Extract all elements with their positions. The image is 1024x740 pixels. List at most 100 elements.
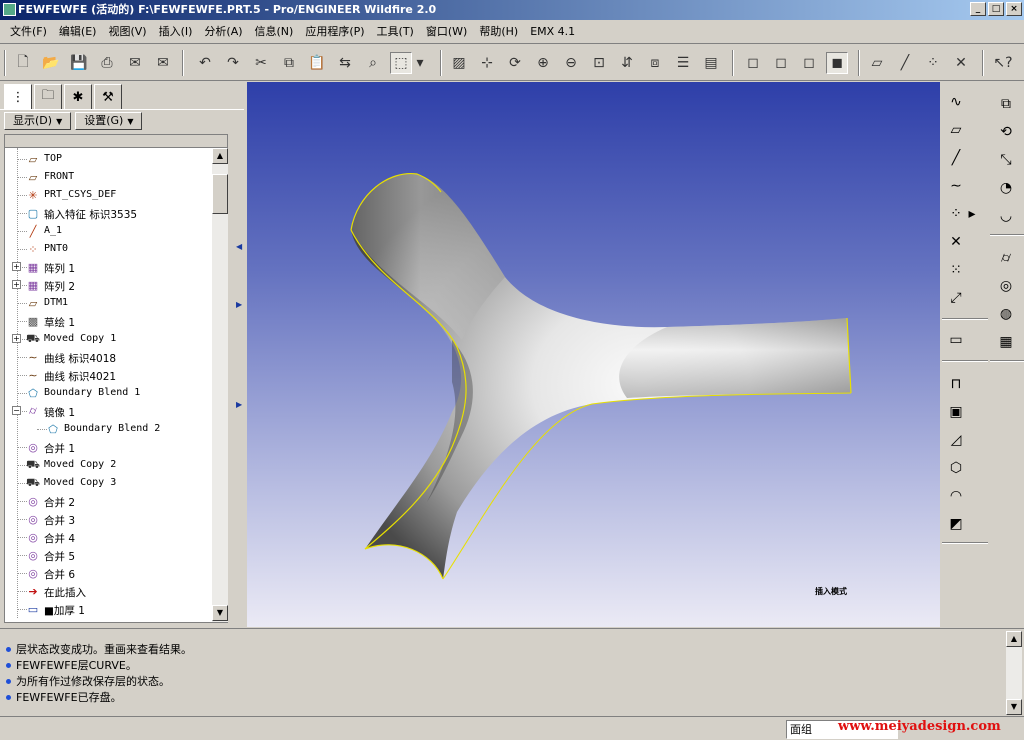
model-tree[interactable]: ▱ TOP ▱ FRONT ✳ PRT_CSYS_DEF ▢ 输入特征 标识3535 ╱ A_1 ⁘… — [4, 148, 212, 623]
email-icon[interactable]: ✉ — [124, 52, 146, 74]
new-icon[interactable]: 🗋 — [12, 52, 34, 74]
zoom-out-icon[interactable]: ⊖ — [560, 52, 582, 74]
close-button[interactable]: × — [1006, 2, 1022, 16]
message-scrollbar[interactable]: ▲ ▼ — [1006, 631, 1022, 715]
datum-point-tool-icon[interactable]: ⁘ — [944, 202, 968, 226]
hidden-line-icon[interactable]: ◻ — [770, 52, 792, 74]
tree-item[interactable]: ∼ 曲线 标识4018 — [5, 348, 212, 366]
collapse-left-icon[interactable]: ◀ — [236, 242, 242, 251]
menu-help[interactable]: 帮助(H) — [473, 21, 524, 43]
tree-item[interactable]: ▢ 输入特征 标识3535 — [5, 204, 212, 222]
reorient-icon[interactable]: ⇵ — [616, 52, 638, 74]
menu-view[interactable]: 视图(V) — [102, 21, 152, 43]
save-icon[interactable]: 💾 — [68, 52, 90, 74]
chamfer-tool-icon[interactable]: ◩ — [944, 512, 968, 536]
tree-item[interactable]: ◎ 合并 3 — [5, 510, 212, 528]
datum-axes-icon[interactable]: ╱ — [894, 52, 916, 74]
shell-tool-icon[interactable]: ▣ — [944, 400, 968, 424]
rib-tool-icon[interactable]: ◿ — [944, 428, 968, 452]
settings-menu-button[interactable]: 设置(G) ▼ — [75, 112, 143, 130]
open-icon[interactable]: 📂 — [40, 52, 62, 74]
flyout-arrow-icon[interactable]: ▸ — [966, 202, 978, 226]
favorites-icon[interactable]: ✱ — [64, 84, 92, 110]
tree-scrollbar[interactable]: ▲ ▼ — [212, 148, 228, 623]
shading-icon[interactable]: ◼ — [826, 52, 848, 74]
menu-file[interactable]: 文件(F) — [4, 21, 53, 43]
tree-item[interactable]: ◎ 合并 5 — [5, 546, 212, 564]
coord-sys-tool-icon[interactable]: ✕ — [944, 230, 968, 254]
menu-window[interactable]: 窗口(W) — [420, 21, 473, 43]
repaint-icon[interactable]: ▨ — [448, 52, 470, 74]
tree-item[interactable]: ▱ FRONT — [5, 168, 212, 186]
orient-icon[interactable]: ⟳ — [504, 52, 526, 74]
layers-icon[interactable]: ☰ — [672, 52, 694, 74]
tree-item[interactable]: ⬠ Boundary Blend 2 — [5, 420, 212, 438]
tree-item[interactable]: ◎ 合并 6 — [5, 564, 212, 582]
expand-icon[interactable]: + — [12, 262, 21, 271]
scroll-down-icon[interactable]: ▼ — [212, 605, 228, 621]
sweep-tool-icon[interactable]: ⤡ — [994, 148, 1018, 172]
round-tool-icon[interactable]: ◠ — [944, 484, 968, 508]
menu-applications[interactable]: 应用程序(P) — [299, 21, 370, 43]
tree-item[interactable]: ◎ 合并 2 — [5, 492, 212, 510]
datum-curve-tool-icon[interactable]: ∼ — [944, 174, 968, 198]
tree-item[interactable]: ◎ 合并 4 — [5, 528, 212, 546]
show-menu-button[interactable]: 显示(D) ▼ — [4, 112, 72, 130]
datum-points-icon[interactable]: ⁘ — [922, 52, 944, 74]
tree-item[interactable]: ⬠ Boundary Blend 1 — [5, 384, 212, 402]
cut-icon[interactable]: ✂ — [250, 52, 272, 74]
tree-item[interactable]: ◎ 合并 1 — [5, 438, 212, 456]
style-tool-icon[interactable]: ◡ — [994, 204, 1018, 228]
folder-browser-icon[interactable]: 🗀 — [34, 84, 62, 110]
minimize-button[interactable]: _ — [970, 2, 986, 16]
saved-views-icon[interactable]: ⧈ — [644, 52, 666, 74]
tree-item[interactable]: ╱ A_1 — [5, 222, 212, 240]
expand-icon[interactable]: + — [12, 280, 21, 289]
tree-item[interactable]: + ▦ 阵列 1 — [5, 258, 212, 276]
regenerate-icon[interactable]: ⇆ — [334, 52, 356, 74]
restore-button[interactable]: □ — [988, 2, 1004, 16]
revolve-tool-icon[interactable]: ⟲ — [994, 120, 1018, 144]
menu-emx[interactable]: EMX 4.1 — [524, 21, 581, 43]
scroll-up-icon[interactable]: ▲ — [1006, 631, 1022, 647]
expand-right-icon[interactable]: ▶ — [236, 300, 242, 309]
tree-item[interactable]: ▱ TOP — [5, 150, 212, 168]
redo-icon[interactable]: ↷ — [222, 52, 244, 74]
datum-axis-tool-icon[interactable]: ╱ — [944, 146, 968, 170]
blend-tool-icon[interactable]: ◔ — [994, 176, 1018, 200]
tree-item[interactable]: ▩ 草绘 1 — [5, 312, 212, 330]
annotation-tool-icon[interactable]: ▭ — [944, 328, 968, 352]
dropdown-icon[interactable]: ▾ — [414, 52, 426, 74]
model-tree-icon[interactable]: ⋮ — [4, 84, 32, 110]
copy-icon[interactable]: ⧉ — [278, 52, 300, 74]
scroll-up-icon[interactable]: ▲ — [212, 148, 228, 164]
zoom-in-icon[interactable]: ⊕ — [532, 52, 554, 74]
merge-tool-icon[interactable]: ◎ — [994, 274, 1018, 298]
panel-splitter[interactable]: ◀ ▶ ▶ — [232, 82, 246, 627]
datum-plane-tool-icon[interactable]: ▱ — [944, 118, 968, 142]
menu-analysis[interactable]: 分析(A) — [198, 21, 248, 43]
draft-tool-icon[interactable]: ⬡ — [944, 456, 968, 480]
tree-item[interactable]: ➔ 在此插入 — [5, 582, 212, 600]
tree-item[interactable]: ∼ 曲线 标识4021 — [5, 366, 212, 384]
wireframe-icon[interactable]: ◻ — [742, 52, 764, 74]
extrude-tool-icon[interactable]: ⧉ — [994, 92, 1018, 116]
trim-tool-icon[interactable]: ◍ — [994, 302, 1018, 326]
tree-item[interactable]: ⁘ PNT0 — [5, 240, 212, 258]
menu-tools[interactable]: 工具(T) — [371, 21, 420, 43]
menu-info[interactable]: 信息(N) — [249, 21, 300, 43]
tree-item[interactable]: ⛟ Moved Copy 3 — [5, 474, 212, 492]
scroll-thumb[interactable] — [212, 174, 228, 214]
menu-edit[interactable]: 编辑(E) — [53, 21, 103, 43]
tree-item[interactable]: ⛟ Moved Copy 2 — [5, 456, 212, 474]
view-manager-icon[interactable]: ▤ — [700, 52, 722, 74]
tree-item[interactable]: ▱ DTM1 — [5, 294, 212, 312]
whats-this-icon[interactable]: ↖? — [992, 52, 1014, 74]
offset-tool-icon[interactable]: ⤢ — [944, 286, 968, 310]
undo-icon[interactable]: ↶ — [194, 52, 216, 74]
sketch-tool-icon[interactable]: ∿ — [944, 90, 968, 114]
email-link-icon[interactable]: ✉ — [152, 52, 174, 74]
find-icon[interactable]: ⌕ — [362, 52, 384, 74]
print-icon[interactable]: ⎙ — [96, 52, 118, 74]
refit-icon[interactable]: ⊡ — [588, 52, 610, 74]
